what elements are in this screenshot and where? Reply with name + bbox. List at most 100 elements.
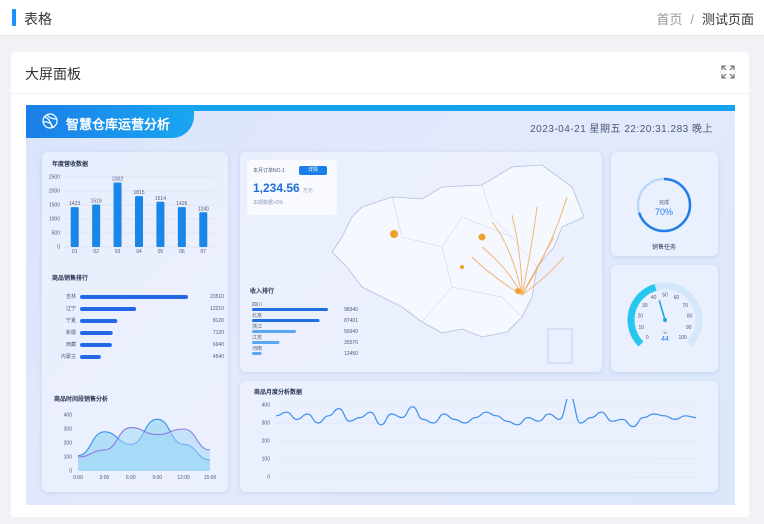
order-value-number: 1,234.56 <box>253 181 300 195</box>
map-hotspot <box>390 230 398 238</box>
data-label: 98340 <box>344 307 358 313</box>
y-tick-label: 400 <box>64 413 73 419</box>
y-tick-label: 400 <box>262 403 271 409</box>
data-label: 56940 <box>344 329 358 335</box>
card-title: 大屏面板 <box>25 66 81 82</box>
category-label: 北京 <box>252 312 262 319</box>
task-ring-value: 70% <box>654 207 673 217</box>
page-title: 表格 <box>24 11 52 27</box>
x-tick-label: 3:00 <box>100 475 110 481</box>
series-line <box>275 399 697 428</box>
bar <box>92 204 101 247</box>
map-hotspot <box>478 233 486 241</box>
y-tick-label: 0 <box>267 475 270 481</box>
x-tick-label: 04 <box>136 249 142 255</box>
y-tick-label: 1000 <box>49 217 60 223</box>
category-label: 四川 <box>252 302 262 308</box>
x-tick-label: 15:00 <box>204 475 217 481</box>
breadcrumb-separator: / <box>690 12 694 27</box>
gauge-needle-hub <box>663 318 667 322</box>
gauge-tick-label: 60 <box>674 295 680 301</box>
y-tick-label: 100 <box>262 457 271 463</box>
bar <box>135 196 143 247</box>
bar <box>70 207 79 247</box>
y-tick-label: 300 <box>262 421 271 427</box>
data-label: 12450 <box>344 351 358 357</box>
gauge-tick-label: 20 <box>638 314 644 320</box>
data-label: 4540 <box>213 354 224 360</box>
bar <box>80 319 118 323</box>
gauge-chart: 010 20 3040 50 6070 80 90 100%44 <box>627 282 703 347</box>
sales-ranking-chart: 吉林 23510 辽宁 12210 宁夏 8120 新疆 7120 西藏 6940 内蒙古 4540 <box>61 293 224 360</box>
gauge-value: 44 <box>661 336 669 343</box>
gauge-tick-label: 10 <box>638 325 644 331</box>
monthly-analysis-title: 商品月度分析数据 <box>254 390 303 396</box>
x-tick-label: 0:00 <box>73 475 83 481</box>
period-sales-title: 商品时间段销售分析 <box>54 397 109 403</box>
y-tick-label: 0 <box>57 245 60 251</box>
category-label: 吉林 <box>66 293 76 300</box>
x-tick-label: 03 <box>115 249 121 255</box>
bar <box>252 319 320 322</box>
datetime-display: 2023-04-21 星期五 22:20:31.283 晚上 <box>530 124 713 135</box>
data-label: 1426 <box>176 201 187 207</box>
dashboard-title-tab: 智慧仓库运营分析 <box>26 105 194 138</box>
gauge-tick-label: 40 <box>651 295 657 301</box>
data-label: 1519 <box>91 198 102 204</box>
annual-revenue-chart: 2500 2000 1500 1000 500 0 1423 01 1519 02 2302 03 18… <box>49 175 214 255</box>
category-label: 河南 <box>252 345 262 352</box>
bar <box>113 182 122 247</box>
bar <box>252 341 280 344</box>
title-accent-bar <box>12 9 16 26</box>
income-ranking-chart: 四川 98340 北京 87401 浙江 56940 江苏 35570 河南 12450 <box>252 302 358 357</box>
data-label: 6940 <box>213 342 224 348</box>
task-ring-label: 完成 <box>658 200 669 206</box>
bar <box>252 330 297 333</box>
x-tick-label: 01 <box>72 249 78 255</box>
monthly-analysis-chart: 400 300 200 100 0 <box>262 399 697 481</box>
gauge-tick-label: 0 <box>646 335 649 341</box>
bar <box>199 212 208 247</box>
y-tick-label: 2000 <box>49 189 60 195</box>
fullscreen-icon[interactable] <box>721 65 735 79</box>
data-label: 12210 <box>210 306 224 312</box>
bar <box>80 355 101 359</box>
gauge-tick-label: 100 <box>679 335 688 341</box>
y-tick-label: 1500 <box>49 203 60 209</box>
south-sea-inset <box>547 328 573 364</box>
bar <box>80 343 112 347</box>
category-label: 西藏 <box>66 341 76 348</box>
y-tick-label: 500 <box>52 231 61 237</box>
order-label: 本月订单NO.1 <box>253 168 285 174</box>
category-label: 内蒙古 <box>61 353 76 360</box>
order-value-unit: 万元 <box>302 188 313 194</box>
bar <box>80 307 137 311</box>
category-label: 新疆 <box>66 329 76 336</box>
bar <box>252 352 262 355</box>
category-label: 浙江 <box>252 323 262 330</box>
y-tick-label: 200 <box>262 439 271 445</box>
period-sales-chart: 400 300 200 100 00:00 3:00 6:00 9:00 12:00 15:00 <box>64 413 217 482</box>
gauge-tick-label: 30 <box>642 303 648 309</box>
x-tick-label: 05 <box>158 249 164 255</box>
china-map <box>331 164 585 364</box>
data-label: 1815 <box>133 190 144 196</box>
breadcrumb-home-link[interactable]: 首页 <box>656 12 682 27</box>
gauge-needle <box>658 299 666 321</box>
bar <box>252 308 328 311</box>
data-label: 35570 <box>344 340 358 346</box>
map-hotspot <box>515 288 521 294</box>
x-tick-label: 07 <box>201 249 207 255</box>
bar <box>177 207 186 247</box>
bar <box>80 295 188 299</box>
data-label: 1614 <box>155 196 166 202</box>
x-tick-label: 6:00 <box>126 475 136 481</box>
category-label: 江苏 <box>252 334 262 341</box>
top-header: 表格 首页 / 测试页面 <box>0 0 764 36</box>
gauge-tick-label: 50 <box>662 293 668 299</box>
x-tick-label: 12:00 <box>177 475 190 481</box>
y-tick-label: 0 <box>69 469 72 475</box>
data-label: 1240 <box>198 206 209 212</box>
gauge-tick-label: 70 <box>682 303 688 309</box>
category-label: 宁夏 <box>66 317 76 324</box>
